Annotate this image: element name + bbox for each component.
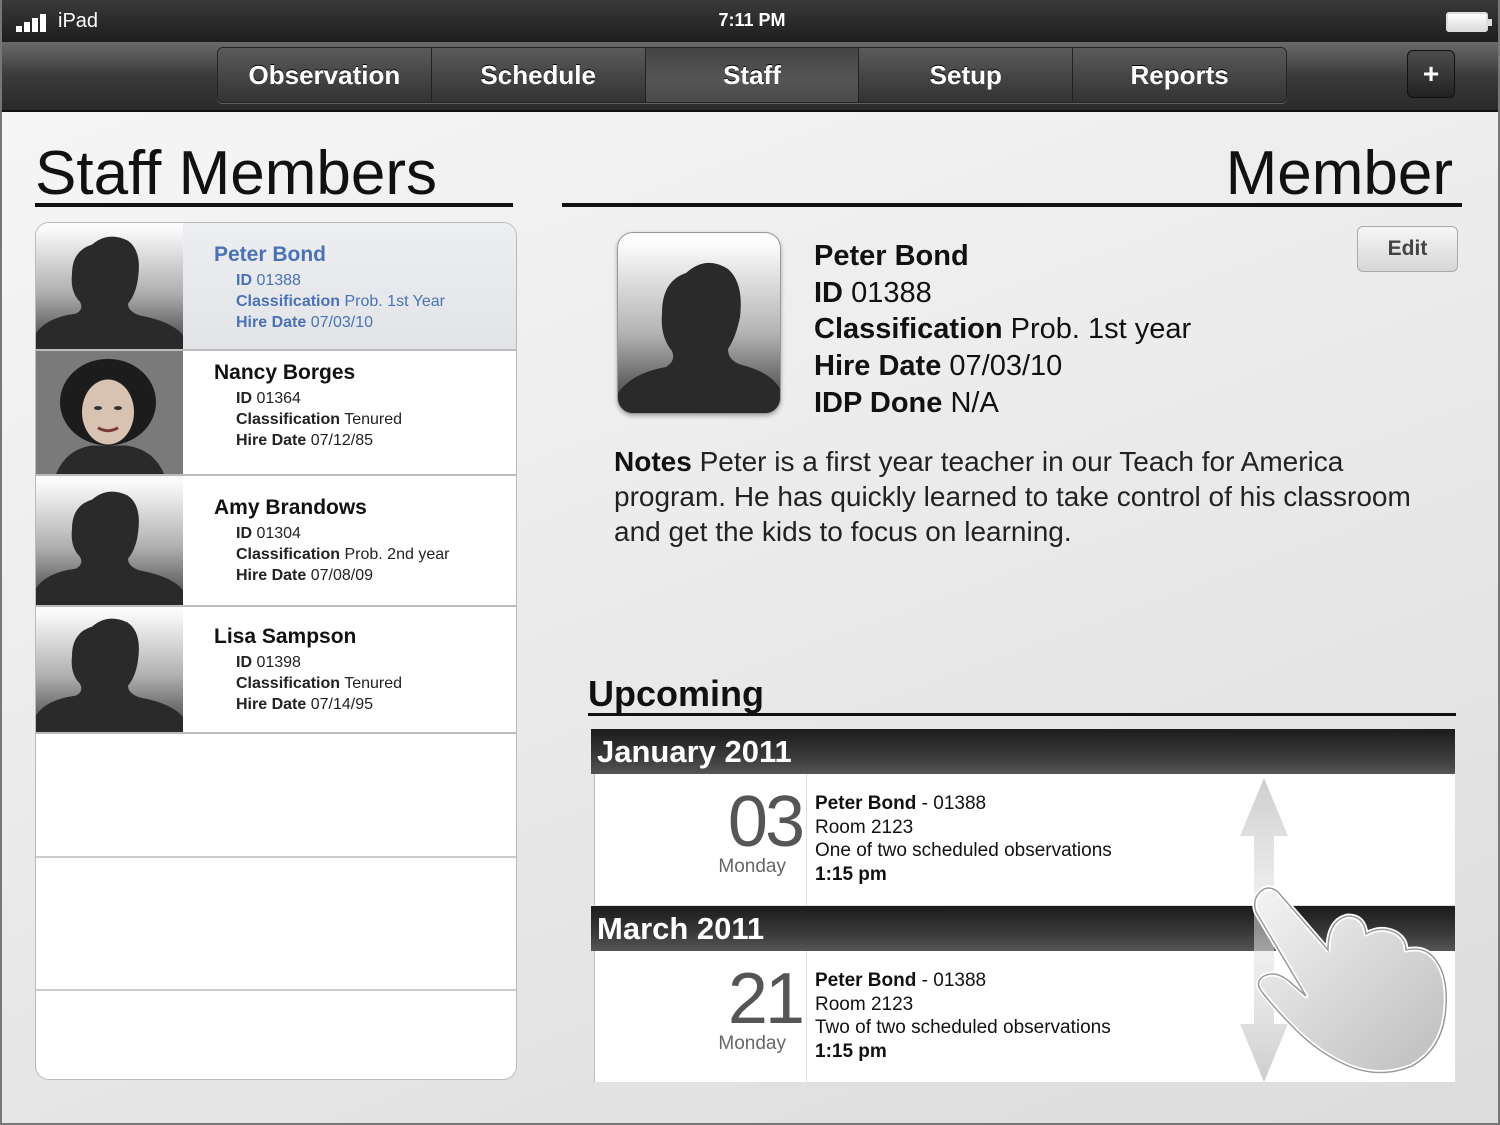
event-weekday: Monday bbox=[718, 856, 786, 877]
staff-members-title: Staff Members bbox=[35, 139, 438, 208]
staff-id: ID 01304 bbox=[236, 525, 301, 542]
staff-hire-date: Hire Date 07/12/85 bbox=[236, 432, 373, 449]
tab-staff[interactable]: Staff bbox=[645, 48, 860, 102]
staff-name: Peter Bond bbox=[214, 243, 327, 266]
edit-button[interactable]: Edit bbox=[1357, 226, 1458, 272]
member-notes: Notes Peter is a first year teacher in o… bbox=[614, 446, 1411, 547]
event-description: One of two scheduled observations bbox=[815, 840, 1112, 861]
event-day: 21 bbox=[727, 959, 805, 1039]
event-time: 1:15 pm bbox=[815, 1040, 887, 1062]
tab-schedule[interactable]: Schedule bbox=[431, 48, 646, 102]
member-hire-date: Hire Date 07/03/10 bbox=[814, 350, 1063, 383]
swipe-hand-icon bbox=[1252, 885, 1449, 1076]
member-idp-done: IDP Done N/A bbox=[814, 386, 999, 419]
staff-classification: Classification Tenured bbox=[236, 675, 403, 692]
staff-list[interactable]: Peter Bond ID 01388 Classification Prob.… bbox=[35, 222, 517, 1080]
battery-icon bbox=[1446, 12, 1492, 32]
avatar bbox=[36, 223, 183, 349]
event-date: 21 Monday bbox=[595, 951, 807, 1082]
tab-setup[interactable]: Setup bbox=[859, 48, 1074, 102]
staff-row-nancy-borges[interactable]: Nancy Borges ID 01364 Classification Ten… bbox=[36, 351, 516, 476]
staff-name: Lisa Sampson bbox=[214, 625, 357, 648]
staff-info: Lisa Sampson ID 01398 Classification Ten… bbox=[214, 625, 402, 715]
staff-row-lisa-sampson[interactable]: Lisa Sampson ID 01398 Classification Ten… bbox=[36, 607, 516, 734]
status-bar: iPad 7:11 PM bbox=[2, 0, 1498, 42]
avatar bbox=[36, 607, 183, 732]
staff-info: Nancy Borges ID 01364 Classification Ten… bbox=[214, 361, 402, 451]
event-info: Peter Bond - 01388 Room 2123 Two of two … bbox=[815, 969, 1111, 1063]
staff-classification: Classification Tenured bbox=[236, 411, 403, 428]
staff-id: ID 01364 bbox=[236, 390, 301, 407]
divider bbox=[588, 713, 1456, 716]
member-name: Peter Bond bbox=[814, 240, 969, 272]
event-title: Peter Bond - 01388 bbox=[815, 970, 987, 991]
staff-id: ID 01398 bbox=[236, 654, 301, 671]
staff-name: Amy Brandows bbox=[214, 496, 367, 519]
staff-row-amy-brandows[interactable]: Amy Brandows ID 01304 Classification Pro… bbox=[36, 476, 516, 607]
member-details: Peter Bond ID 01388 Classification Prob.… bbox=[814, 238, 1191, 422]
event-description: Two of two scheduled observations bbox=[815, 1017, 1111, 1038]
tab-reports[interactable]: Reports bbox=[1073, 48, 1286, 102]
avatar bbox=[36, 476, 183, 605]
month-header: January 2011 bbox=[591, 729, 1455, 774]
empty-list-row bbox=[36, 734, 516, 858]
event-date: 03 Monday bbox=[595, 774, 807, 905]
staff-info: Amy Brandows ID 01304 Classification Pro… bbox=[214, 496, 449, 586]
member-avatar bbox=[617, 232, 781, 414]
empty-list-row bbox=[36, 858, 516, 991]
staff-row-peter-bond[interactable]: Peter Bond ID 01388 Classification Prob.… bbox=[36, 223, 516, 351]
member-title: Member bbox=[1225, 139, 1453, 208]
member-id: ID 01388 bbox=[814, 276, 932, 309]
event-time: 1:15 pm bbox=[815, 863, 887, 885]
event-day: 03 bbox=[727, 782, 805, 862]
staff-hire-date: Hire Date 07/03/10 bbox=[236, 314, 373, 331]
tab-observation[interactable]: Observation bbox=[218, 48, 432, 102]
ipad-screen: iPad 7:11 PM Observation Schedule Staff … bbox=[0, 0, 1500, 1125]
divider bbox=[562, 203, 1462, 207]
staff-name: Nancy Borges bbox=[214, 361, 356, 384]
staff-classification: Classification Prob. 1st Year bbox=[236, 293, 445, 310]
divider bbox=[35, 203, 513, 207]
avatar bbox=[36, 351, 183, 474]
staff-hire-date: Hire Date 07/14/95 bbox=[236, 696, 373, 713]
nav-bar: Observation Schedule Staff Setup Reports… bbox=[2, 42, 1498, 112]
upcoming-title: Upcoming bbox=[588, 673, 764, 714]
staff-hire-date: Hire Date 07/08/09 bbox=[236, 567, 373, 584]
event-info: Peter Bond - 01388 Room 2123 One of two … bbox=[815, 792, 1112, 886]
staff-classification: Classification Prob. 2nd year bbox=[236, 546, 450, 563]
staff-id: ID 01388 bbox=[236, 272, 301, 289]
clock: 7:11 PM bbox=[718, 10, 786, 30]
event-room: Room 2123 bbox=[815, 993, 914, 1015]
event-room: Room 2123 bbox=[815, 816, 914, 838]
member-classification: Classification Prob. 1st year bbox=[814, 313, 1192, 346]
add-button[interactable]: + bbox=[1407, 50, 1455, 98]
tab-bar: Observation Schedule Staff Setup Reports bbox=[217, 47, 1287, 103]
event-weekday: Monday bbox=[718, 1033, 786, 1054]
staff-info: Peter Bond ID 01388 Classification Prob.… bbox=[214, 243, 445, 333]
event-title: Peter Bond - 01388 bbox=[815, 793, 987, 814]
